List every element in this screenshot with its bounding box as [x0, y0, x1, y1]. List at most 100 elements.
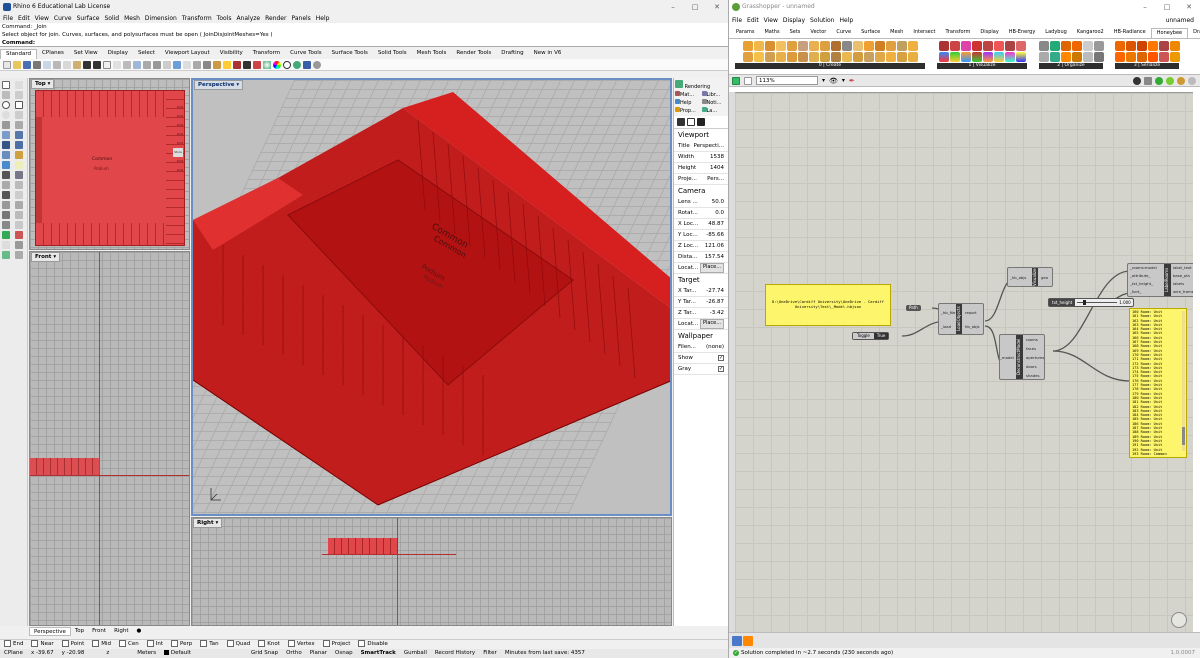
- preview-settings-icon[interactable]: [1188, 76, 1196, 85]
- gh-tab-honeybee[interactable]: Honeybee: [1150, 28, 1189, 38]
- zoom-dropdown[interactable]: 113%: [756, 76, 818, 85]
- preview-mesh-icon[interactable]: [1177, 76, 1185, 85]
- hb-create-icon[interactable]: [742, 52, 753, 62]
- z-location-value[interactable]: 121.06: [705, 241, 724, 251]
- render-sphere-icon[interactable]: [263, 60, 271, 69]
- toolbar-tab-solid-tools[interactable]: Solid Tools: [373, 49, 412, 59]
- toggle-value[interactable]: True: [873, 333, 889, 339]
- gh-close-button[interactable]: ✕: [1178, 0, 1200, 14]
- text-tool-icon[interactable]: [2, 241, 10, 249]
- decon-output-faces[interactable]: faces: [1026, 346, 1036, 351]
- rotate-view-icon[interactable]: [113, 60, 121, 69]
- hb-org-icon[interactable]: [1071, 52, 1082, 62]
- osnap-knot[interactable]: Knot: [258, 640, 280, 649]
- solid-icon[interactable]: [15, 141, 23, 149]
- hb-vis-icon[interactable]: [1004, 52, 1015, 62]
- zoom-extents-icon[interactable]: [143, 60, 151, 69]
- status-layer[interactable]: Default: [164, 649, 191, 658]
- hb-create-icon[interactable]: [907, 52, 918, 62]
- gh-tab-transform[interactable]: Transform: [940, 28, 975, 38]
- gh-tab-kangaroo2[interactable]: Kangaroo2: [1072, 28, 1109, 38]
- surface-icon[interactable]: [2, 131, 10, 139]
- status-gumball[interactable]: Gumball: [404, 649, 427, 658]
- zoom-dropdown-chevron-icon[interactable]: ▾: [822, 77, 825, 84]
- hb-vis-icon[interactable]: [960, 41, 971, 51]
- hb-create-icon[interactable]: [863, 52, 874, 62]
- decon-output-rooms[interactable]: rooms: [1026, 337, 1038, 342]
- toolbar-tab-viewport-layout[interactable]: Viewport Layout: [160, 49, 215, 59]
- eye-preview-icon[interactable]: 👁: [829, 77, 838, 85]
- panel-tab-rendering[interactable]: Rendering: [675, 80, 727, 90]
- gh-tab-intersect[interactable]: Intersect: [908, 28, 940, 38]
- move-tool-icon[interactable]: [2, 201, 10, 209]
- slider-handle[interactable]: [1083, 300, 1087, 305]
- viewport-label-perspective[interactable]: Perspective ▾: [194, 80, 244, 90]
- y-location-value[interactable]: -85.66: [706, 230, 724, 240]
- decon-output-shades[interactable]: shades: [1026, 373, 1039, 378]
- hb-serialize-icon[interactable]: [1114, 52, 1125, 62]
- slider-track[interactable]: [1077, 300, 1118, 305]
- prop-width-value[interactable]: 1538: [710, 152, 724, 162]
- gh-menu-solution[interactable]: Solution: [810, 16, 834, 25]
- hb-serialize-icon[interactable]: [1147, 41, 1158, 51]
- hb-serialize-icon[interactable]: [1158, 52, 1169, 62]
- panel-tab-notes[interactable]: Noti...: [701, 99, 728, 106]
- gh-new-doc-icon[interactable]: [744, 76, 752, 85]
- undo-icon[interactable]: [83, 60, 91, 69]
- load-output-hb-objs[interactable]: hb_objs: [965, 324, 979, 329]
- menu-dimension[interactable]: Dimension: [145, 14, 177, 23]
- preview-shaded-icon[interactable]: [1155, 76, 1163, 85]
- hb-vis-icon[interactable]: [982, 41, 993, 51]
- menu-help[interactable]: Help: [316, 14, 330, 23]
- osnap-cen[interactable]: Cen: [119, 640, 139, 649]
- target-place-button[interactable]: Place...: [699, 319, 724, 329]
- gh-tab-ladybug[interactable]: Ladybug: [1040, 28, 1072, 38]
- hb-vis-icon[interactable]: [949, 41, 960, 51]
- toolbar-tab-new-in-v6[interactable]: New in V6: [529, 49, 567, 59]
- show-checkbox[interactable]: ✓: [718, 355, 724, 361]
- gh-tab-params[interactable]: Params: [731, 28, 759, 38]
- help-circle-icon[interactable]: [313, 60, 321, 69]
- label-rooms-component[interactable]: _rooms:model _attribute_ _txt_height_ _f…: [1127, 263, 1193, 297]
- toolbar-tab-transform[interactable]: Transform: [248, 49, 285, 59]
- preview-chevron-icon[interactable]: ▾: [842, 77, 845, 84]
- gh-tab-mesh[interactable]: Mesh: [885, 28, 908, 38]
- select-arrow-icon[interactable]: [2, 81, 10, 89]
- status-grid-snap[interactable]: Grid Snap: [251, 649, 278, 658]
- rooms-panel-scrollbar[interactable]: [1182, 311, 1185, 451]
- trim-icon[interactable]: [15, 171, 23, 179]
- gh-menu-file[interactable]: File: [732, 16, 742, 25]
- osnap-project[interactable]: Project: [323, 640, 351, 649]
- hb-extruded-border-icon[interactable]: [874, 41, 885, 51]
- explode-icon[interactable]: [2, 191, 10, 199]
- viewport-label-top[interactable]: Top ▾: [31, 79, 55, 89]
- hb-org-icon[interactable]: [1093, 52, 1104, 62]
- boolean-toggle[interactable]: Toggle True: [852, 332, 890, 340]
- decon-input-model[interactable]: _model: [1000, 355, 1014, 360]
- status-ortho[interactable]: Ortho: [286, 649, 302, 658]
- sketch-pen-icon[interactable]: ✒: [849, 77, 855, 85]
- x-location-value[interactable]: 48.87: [708, 219, 724, 229]
- split-icon[interactable]: [2, 181, 10, 189]
- loft-icon[interactable]: [2, 161, 10, 169]
- top-viewport[interactable]: Top ▾ Common Podium Unit Unit Unit Unit …: [29, 78, 190, 250]
- open-file-icon[interactable]: [13, 60, 21, 69]
- curve-icon[interactable]: [15, 91, 23, 99]
- toolbar-tab-display[interactable]: Display: [103, 49, 133, 59]
- hb-create-icon[interactable]: [874, 52, 885, 62]
- viewport-label-right[interactable]: Right ▾: [193, 518, 223, 528]
- canvas-navigator-icon[interactable]: [1171, 612, 1187, 628]
- hb-org-icon[interactable]: [1049, 52, 1060, 62]
- hb-serialize-icon[interactable]: [1147, 52, 1158, 62]
- mesh-icon[interactable]: [2, 151, 10, 159]
- box-icon[interactable]: [2, 141, 10, 149]
- toolbar-tab-drafting[interactable]: Drafting: [496, 49, 528, 59]
- project-icon[interactable]: [15, 251, 23, 259]
- circle-sphere-icon[interactable]: [283, 60, 291, 69]
- toolbar-tab-select[interactable]: Select: [133, 49, 160, 59]
- hide-icon[interactable]: [213, 60, 221, 69]
- status-filter[interactable]: Filter: [483, 649, 497, 658]
- osnap-near[interactable]: Near: [31, 640, 53, 649]
- hb-org-icon[interactable]: [1082, 41, 1093, 51]
- txt-height-slider[interactable]: txt_height 1.000: [1048, 298, 1134, 307]
